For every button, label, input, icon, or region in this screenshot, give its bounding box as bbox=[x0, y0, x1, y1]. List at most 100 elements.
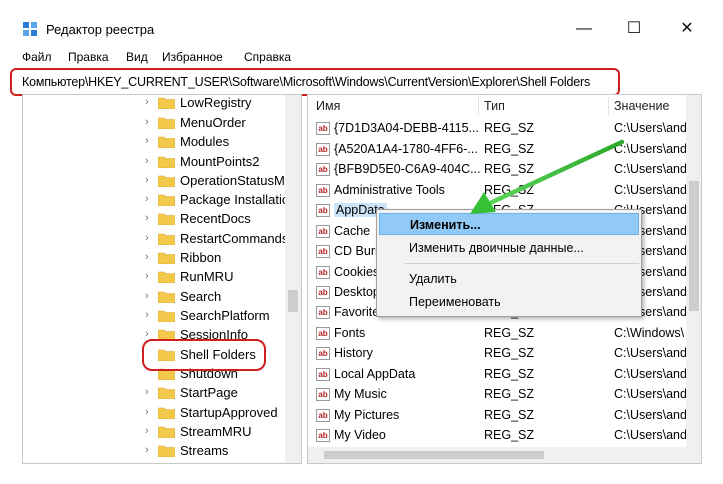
tree-item-label: StartPage bbox=[180, 385, 238, 400]
chevron-right-icon[interactable]: › bbox=[145, 406, 149, 418]
tree-item[interactable]: › MenuOrder bbox=[23, 113, 285, 133]
value-type: REG_SZ bbox=[484, 346, 535, 360]
column-header-value[interactable]: Значение bbox=[614, 99, 669, 113]
menu-view[interactable]: Вид bbox=[126, 50, 148, 64]
tree-item[interactable]: › RecentDocs bbox=[23, 209, 285, 229]
string-value-icon: ab bbox=[316, 225, 330, 238]
context-rename-label: Переименовать bbox=[409, 295, 501, 309]
folder-icon bbox=[158, 387, 175, 399]
column-divider[interactable] bbox=[478, 97, 479, 115]
horizontal-scrollbar-thumb[interactable] bbox=[324, 451, 544, 459]
chevron-right-icon[interactable]: › bbox=[145, 251, 149, 263]
tree-item[interactable]: › Package Installatic bbox=[23, 190, 288, 210]
tree-item-label: StreamMRU bbox=[180, 424, 252, 439]
window-title: Редактор реестра bbox=[46, 22, 155, 37]
menu-favorites[interactable]: Избранное bbox=[162, 50, 223, 64]
chevron-right-icon[interactable]: › bbox=[145, 116, 149, 128]
chevron-right-icon[interactable]: › bbox=[145, 386, 149, 398]
tree-scrollbar-thumb[interactable] bbox=[288, 290, 298, 312]
list-row[interactable]: ab My Video REG_SZ C:\Users\and bbox=[308, 426, 688, 446]
tree-item[interactable]: › OperationStatusM bbox=[23, 171, 285, 191]
tree-item[interactable]: › SearchPlatform bbox=[23, 306, 285, 326]
shell-folders-highlight bbox=[142, 339, 266, 371]
string-value-icon: ab bbox=[316, 409, 330, 422]
list-scrollbar[interactable] bbox=[686, 95, 701, 463]
value-type: REG_SZ bbox=[484, 428, 535, 442]
list-row[interactable]: ab Local AppData REG_SZ C:\Users\and bbox=[308, 365, 688, 385]
close-button[interactable]: ✕ bbox=[675, 18, 699, 40]
list-row[interactable]: ab My Pictures REG_SZ C:\Users\and bbox=[308, 406, 688, 426]
value-data: C:\Users\and bbox=[614, 367, 687, 381]
chevron-right-icon[interactable]: › bbox=[145, 290, 149, 302]
string-value-icon: ab bbox=[316, 184, 330, 197]
context-modify-binary-item[interactable]: Изменить двоичные данные... bbox=[379, 237, 639, 259]
tree-item-label: RunMRU bbox=[180, 269, 234, 284]
context-delete-item[interactable]: Удалить bbox=[379, 268, 639, 290]
chevron-right-icon[interactable]: › bbox=[145, 309, 149, 321]
tree-scrollbar[interactable] bbox=[285, 95, 301, 463]
chevron-right-icon[interactable]: › bbox=[145, 193, 149, 205]
string-value-icon: ab bbox=[316, 327, 330, 340]
menu-edit[interactable]: Правка bbox=[68, 50, 109, 64]
tree-item-label: OperationStatusM bbox=[180, 173, 285, 188]
column-divider[interactable] bbox=[608, 97, 609, 115]
tree-item[interactable]: › Ribbon bbox=[23, 248, 285, 268]
menu-file[interactable]: Файл bbox=[22, 50, 52, 64]
value-type: REG_SZ bbox=[484, 367, 535, 381]
value-name: Desktop bbox=[334, 285, 380, 299]
folder-icon bbox=[158, 156, 175, 168]
value-type: REG_SZ bbox=[484, 326, 535, 340]
value-data: C:\Users\and bbox=[614, 387, 687, 401]
green-arrow-icon bbox=[470, 139, 625, 214]
tree-item[interactable]: › MountPoints2 bbox=[23, 152, 285, 172]
tree-item-label: MenuOrder bbox=[180, 115, 246, 130]
chevron-right-icon[interactable]: › bbox=[145, 96, 149, 108]
string-value-icon: ab bbox=[316, 368, 330, 381]
folder-icon bbox=[158, 426, 175, 438]
horizontal-scrollbar[interactable] bbox=[308, 447, 686, 463]
folder-icon bbox=[158, 291, 175, 303]
list-row[interactable]: ab History REG_SZ C:\Users\and bbox=[308, 344, 688, 364]
string-value-icon: ab bbox=[316, 286, 330, 299]
tree-item[interactable]: › StartPage bbox=[23, 383, 285, 403]
column-header-name[interactable]: Имя bbox=[316, 99, 340, 113]
value-name: My Music bbox=[334, 387, 387, 401]
chevron-right-icon[interactable]: › bbox=[145, 232, 149, 244]
tree-item-label: MountPoints2 bbox=[180, 154, 260, 169]
chevron-right-icon[interactable]: › bbox=[145, 135, 149, 147]
tree-item[interactable]: › StartupApproved bbox=[23, 403, 285, 423]
context-rename-item[interactable]: Переименовать bbox=[379, 291, 639, 313]
chevron-right-icon[interactable]: › bbox=[145, 444, 149, 456]
tree-item[interactable]: › RestartCommands bbox=[23, 229, 288, 249]
tree-item[interactable]: › Streams bbox=[23, 441, 285, 461]
folder-icon bbox=[158, 407, 175, 419]
chevron-right-icon[interactable]: › bbox=[145, 425, 149, 437]
column-header-type[interactable]: Тип bbox=[484, 99, 505, 113]
value-type: REG_SZ bbox=[484, 387, 535, 401]
key-tree-pane[interactable]: › LowRegistry › MenuOrder › Modules › MountP… bbox=[22, 94, 302, 464]
tree-item[interactable]: › StreamMRU bbox=[23, 422, 285, 442]
list-row[interactable]: ab My Music REG_SZ C:\Users\and bbox=[308, 385, 688, 405]
list-row[interactable]: ab Fonts REG_SZ C:\Windows\ bbox=[308, 324, 688, 344]
maximize-button[interactable]: ☐ bbox=[622, 18, 646, 40]
value-data: C:\Users\and bbox=[614, 428, 687, 442]
chevron-right-icon[interactable]: › bbox=[145, 328, 149, 340]
tree-item[interactable]: › Modules bbox=[23, 132, 285, 152]
chevron-right-icon[interactable]: › bbox=[145, 212, 149, 224]
minimize-button[interactable]: — bbox=[572, 18, 596, 40]
value-data: C:\Users\and bbox=[614, 346, 687, 360]
chevron-right-icon[interactable]: › bbox=[145, 155, 149, 167]
tree-item[interactable]: › LowRegistry bbox=[23, 95, 285, 113]
menu-bar: Файл Правка Вид Избранное Справка bbox=[0, 46, 723, 66]
tree-item[interactable]: › RunMRU bbox=[23, 267, 285, 287]
tree-item-label: Modules bbox=[180, 134, 230, 149]
chevron-right-icon[interactable]: › bbox=[145, 174, 149, 186]
list-scrollbar-thumb[interactable] bbox=[689, 181, 699, 311]
menu-help[interactable]: Справка bbox=[244, 50, 291, 64]
address-path: Компьютер\HKEY_CURRENT_USER\Software\Mic… bbox=[22, 75, 590, 89]
chevron-right-icon[interactable]: › bbox=[145, 270, 149, 282]
address-bar[interactable]: Компьютер\HKEY_CURRENT_USER\Software\Mic… bbox=[10, 68, 620, 96]
tree-item-label: Ribbon bbox=[180, 250, 222, 265]
tree-item[interactable]: › Search bbox=[23, 287, 285, 307]
tree-item-label: Streams bbox=[180, 443, 229, 458]
